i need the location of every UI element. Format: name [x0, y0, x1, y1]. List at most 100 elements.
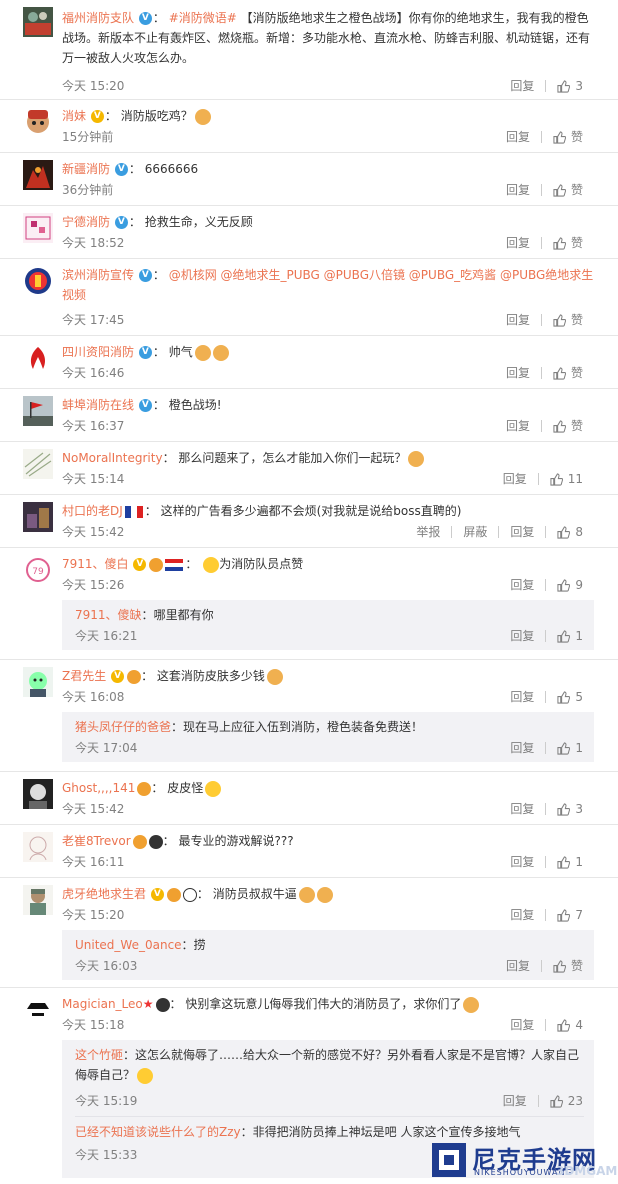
- member-badge-icon: [132, 834, 147, 849]
- watermark: 尼克手游网 NIKESHOUYOUWANG 3DMGAME: [428, 1140, 618, 1181]
- reply-button[interactable]: 回复: [510, 77, 534, 94]
- like-button[interactable]: 4: [557, 1018, 583, 1032]
- france-flag-icon: [124, 505, 143, 518]
- like-button[interactable]: 3: [557, 79, 583, 93]
- comment-text: 这套消防皮肤多少钱: [156, 669, 265, 683]
- username[interactable]: 宁德消防: [62, 215, 110, 229]
- avatar[interactable]: [23, 266, 53, 296]
- like-button[interactable]: 1: [557, 855, 583, 869]
- avatar[interactable]: [23, 396, 53, 426]
- timestamp: 今天 15:42: [62, 525, 125, 539]
- reply-button[interactable]: 回复: [510, 739, 534, 756]
- reply-button[interactable]: 回复: [510, 800, 534, 817]
- block-button[interactable]: 屏蔽: [463, 523, 487, 540]
- username[interactable]: 7911、傻白: [62, 557, 129, 571]
- reply-button[interactable]: 回复: [510, 688, 534, 705]
- avatar[interactable]: [23, 449, 53, 479]
- like-count: 3: [575, 78, 583, 93]
- username[interactable]: Z君先生: [62, 669, 106, 683]
- reply-button[interactable]: 回复: [506, 181, 530, 198]
- reply-button[interactable]: 回复: [503, 470, 527, 487]
- avatar[interactable]: 79: [23, 555, 53, 585]
- avatar[interactable]: [23, 832, 53, 862]
- username[interactable]: 福州消防支队: [62, 11, 134, 25]
- reply-button[interactable]: 回复: [510, 906, 534, 923]
- divider: [540, 959, 542, 972]
- username[interactable]: 7911、傻缺: [75, 608, 142, 622]
- username[interactable]: 消妹: [62, 109, 86, 123]
- like-button[interactable]: 3: [557, 802, 583, 816]
- reply-button[interactable]: 回复: [510, 627, 534, 644]
- reply-button[interactable]: 回复: [510, 1016, 534, 1033]
- reply-button[interactable]: 回复: [506, 364, 530, 381]
- reply-button[interactable]: 回复: [506, 128, 530, 145]
- username[interactable]: NoMoralIntegrity: [62, 451, 163, 465]
- like-button[interactable]: 赞: [553, 234, 583, 251]
- username[interactable]: 滨州消防宣传: [62, 268, 134, 282]
- username[interactable]: Magician_Leo: [62, 997, 143, 1011]
- reply-body: 已经不知道该说些什么了的Zzy：非得把消防员捧上神坛是吧 人家这个宣传多接地气: [75, 1122, 584, 1142]
- reply-button[interactable]: 回复: [506, 311, 530, 328]
- username[interactable]: 这个竹砸: [75, 1048, 123, 1062]
- reply-button[interactable]: 回复: [506, 417, 530, 434]
- member-badge-icon: [166, 887, 181, 902]
- like-button[interactable]: 1: [557, 629, 583, 643]
- reply-button[interactable]: 回复: [506, 957, 530, 974]
- reply-button[interactable]: 回复: [503, 1092, 527, 1109]
- report-button[interactable]: 举报: [416, 523, 440, 540]
- reply-divider: [75, 1116, 584, 1117]
- username[interactable]: Ghost,,,,141: [62, 781, 135, 795]
- avatar[interactable]: [23, 779, 53, 809]
- comment-text: 这样的广告看多少遍都不会烦(对我就是说给boss直聘的): [160, 504, 462, 518]
- username[interactable]: 蚌埠消防在线: [62, 398, 134, 412]
- username[interactable]: 新疆消防: [62, 162, 110, 176]
- username[interactable]: 四川资阳消防: [62, 345, 134, 359]
- comment-actions: 举报 屏蔽 回复 8: [416, 523, 583, 540]
- timestamp: 今天 15:42: [62, 802, 125, 816]
- avatar[interactable]: [23, 107, 53, 137]
- thumbs-up-icon: [553, 960, 566, 973]
- like-button[interactable]: 赞: [553, 181, 583, 198]
- like-button[interactable]: 赞: [553, 364, 583, 381]
- thumbs-up-icon: [557, 802, 571, 816]
- separator: ：: [196, 887, 209, 901]
- username[interactable]: 老崔8Trevor: [62, 834, 131, 848]
- username[interactable]: 虎牙绝地求生君: [62, 887, 146, 901]
- like-button[interactable]: 赞: [553, 957, 583, 974]
- like-button[interactable]: 5: [557, 690, 583, 704]
- avatar[interactable]: [23, 885, 53, 915]
- reply-thread: United_We_0ance：捞 今天 16:03 回复 赞: [62, 930, 594, 980]
- avatar[interactable]: [23, 160, 53, 190]
- like-button[interactable]: 赞: [553, 311, 583, 328]
- reply-button[interactable]: 回复: [510, 523, 534, 540]
- avatar[interactable]: [23, 995, 53, 1025]
- reply-button[interactable]: 回复: [506, 234, 530, 251]
- like-button[interactable]: 8: [557, 525, 583, 539]
- thumbs-up-emoji-icon: [298, 886, 315, 903]
- separator: ：: [152, 345, 165, 359]
- like-button[interactable]: 9: [557, 578, 583, 592]
- avatar[interactable]: [23, 343, 53, 373]
- like-button[interactable]: 1: [557, 741, 583, 755]
- comment-body: 福州消防支队 V： #消防微语# 【消防版绝地求生之橙色战场】你有你的绝地求生，…: [62, 8, 594, 68]
- comment-item: 新疆消防 V： 6666666 36分钟前 回复 赞: [0, 153, 618, 206]
- avatar[interactable]: [23, 502, 53, 532]
- like-button[interactable]: 7: [557, 908, 583, 922]
- like-button[interactable]: 23: [550, 1094, 583, 1108]
- like-button[interactable]: 赞: [553, 128, 583, 145]
- reply-button[interactable]: 回复: [510, 853, 534, 870]
- avatar[interactable]: [23, 7, 53, 37]
- verified-gold-icon: V: [133, 558, 147, 571]
- avatar[interactable]: [23, 667, 53, 697]
- like-button[interactable]: 11: [550, 472, 583, 486]
- username[interactable]: 已经不知道该说些什么了的Zzy: [75, 1125, 241, 1139]
- thumbs-up-icon: [557, 1018, 571, 1032]
- username[interactable]: 猪头凤仔仔的爸爸: [75, 720, 171, 734]
- username[interactable]: 村口的老DJ: [62, 504, 123, 518]
- avatar[interactable]: [23, 213, 53, 243]
- comment-actions: 回复 赞: [506, 234, 583, 251]
- hashtag-link[interactable]: #消防微语#: [169, 11, 237, 25]
- like-button[interactable]: 赞: [553, 417, 583, 434]
- reply-button[interactable]: 回复: [510, 576, 534, 593]
- username[interactable]: United_We_0ance: [75, 938, 182, 952]
